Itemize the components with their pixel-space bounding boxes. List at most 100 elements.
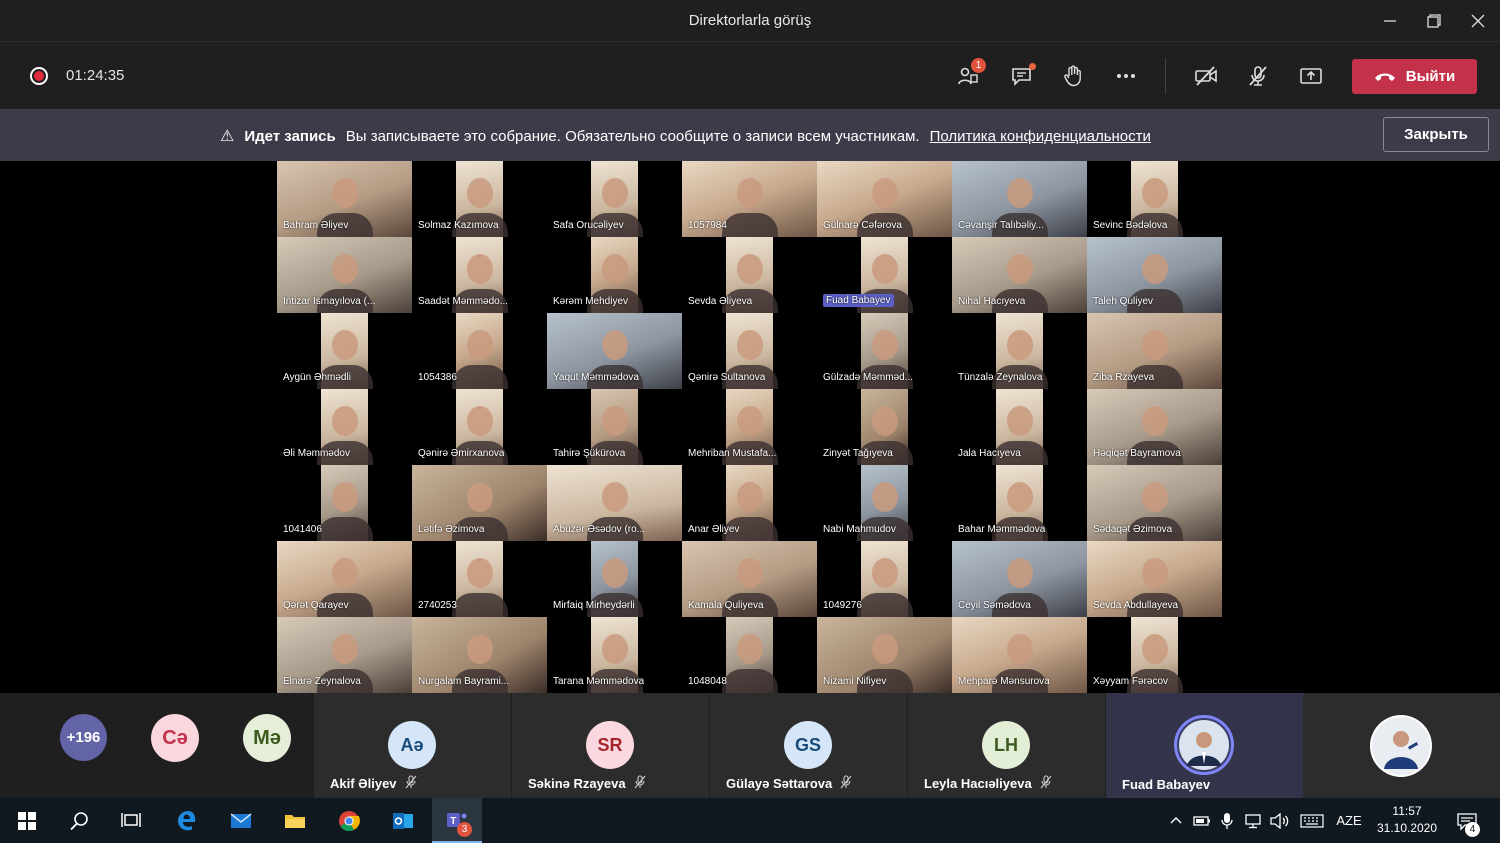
input-language-button[interactable]: AZE: [1332, 798, 1366, 843]
video-tile[interactable]: 2740253: [412, 541, 547, 617]
video-tile[interactable]: Solmaz Kazımova: [412, 161, 547, 237]
title-bar: Direktorlarla görüş: [0, 0, 1500, 42]
video-tile[interactable]: Abuzər Əsədov (ro...: [547, 465, 682, 541]
file-explorer-taskbar-button[interactable]: [270, 798, 320, 843]
participant-avatar: SR: [586, 721, 634, 769]
video-tile[interactable]: Sevinc Bədəlova: [1087, 161, 1222, 237]
system-clock[interactable]: 11:57 31.10.2020: [1372, 803, 1442, 837]
video-tile[interactable]: Bahar Məmmədova: [952, 465, 1087, 541]
folder-icon: [285, 814, 305, 828]
volume-button[interactable]: [1268, 798, 1292, 843]
participant-tile[interactable]: Fuad Babayev: [1106, 693, 1303, 798]
camera-toggle-button[interactable]: [1190, 60, 1222, 92]
video-tile[interactable]: Elnarə Zeynalova: [277, 617, 412, 693]
mic-toggle-button[interactable]: [1242, 60, 1274, 92]
video-tile[interactable]: Sevda Abdullayeva: [1087, 541, 1222, 617]
video-tile[interactable]: 1054386: [412, 313, 547, 389]
battery-button[interactable]: [1190, 798, 1214, 843]
video-tile[interactable]: Yaqut Məmmədova: [547, 313, 682, 389]
video-tile[interactable]: Taleh Quliyev: [1087, 237, 1222, 313]
video-tile[interactable]: Aygün Əhmədli: [277, 313, 412, 389]
video-tile[interactable]: Nihal Hacıyeva: [952, 237, 1087, 313]
participant-tile[interactable]: SR Səkinə Rzayeva: [512, 693, 709, 798]
share-screen-button[interactable]: [1295, 60, 1327, 92]
video-feed: [856, 541, 913, 617]
participant-avatar[interactable]: Mə: [243, 714, 291, 762]
mail-taskbar-button[interactable]: [216, 798, 266, 843]
video-tile[interactable]: Sədaqət Əzimova: [1087, 465, 1222, 541]
video-tile[interactable]: Xəyyam Fərəcov: [1087, 617, 1222, 693]
video-tile[interactable]: 1057984: [682, 161, 817, 237]
video-tile[interactable]: Saadət Məmmədo...: [412, 237, 547, 313]
start-button[interactable]: [2, 798, 52, 843]
video-tile[interactable]: Gülnarə Cəfərova: [817, 161, 952, 237]
video-tile[interactable]: Mirfaiq Mirheydərli: [547, 541, 682, 617]
video-tile[interactable]: Mehriban Mustafa...: [682, 389, 817, 465]
video-tile[interactable]: Nizami Nifiyev: [817, 617, 952, 693]
video-tile[interactable]: Qənirə Əmirxanova: [412, 389, 547, 465]
video-tile[interactable]: Nurgalam Bayrami...: [412, 617, 547, 693]
video-tile[interactable]: Tahirə Şükürova: [547, 389, 682, 465]
video-tile[interactable]: Qərət Qarayev: [277, 541, 412, 617]
privacy-policy-link[interactable]: Политика конфиденциальности: [930, 128, 1151, 145]
chrome-taskbar-button[interactable]: [324, 798, 374, 843]
video-tile[interactable]: Əli Məmmədov: [277, 389, 412, 465]
microphone-tray-button[interactable]: [1216, 798, 1238, 843]
video-tile[interactable]: Anar Əliyev: [682, 465, 817, 541]
video-tile[interactable]: Qənirə Sultanova: [682, 313, 817, 389]
task-view-button[interactable]: [106, 798, 156, 843]
restore-button[interactable]: [1416, 6, 1452, 36]
video-tile[interactable]: 1041406: [277, 465, 412, 541]
participant-tile[interactable]: Aə Akif Əliyev: [314, 693, 511, 798]
participants-button[interactable]: 1: [952, 58, 986, 92]
more-options-button[interactable]: [1110, 60, 1142, 92]
video-tile[interactable]: Lətifə Əzimova: [412, 465, 547, 541]
show-hidden-icons-button[interactable]: [1165, 798, 1187, 843]
video-tile[interactable]: İntizar İsmayılova (...: [277, 237, 412, 313]
video-tile[interactable]: Zinyət Tağıyeva: [817, 389, 952, 465]
participant-name: Jala Hacıyeva: [958, 448, 1021, 459]
video-feed: [451, 541, 508, 617]
more-participants-avatar[interactable]: +196: [60, 714, 107, 761]
participant-video-tile[interactable]: [1303, 693, 1500, 798]
video-tile[interactable]: Həqiqət Bayramova: [1087, 389, 1222, 465]
video-tile[interactable]: Jala Hacıyeva: [952, 389, 1087, 465]
chat-button[interactable]: [1006, 60, 1038, 92]
video-tile[interactable]: Tünzalə Zeynalova: [952, 313, 1087, 389]
outlook-taskbar-button[interactable]: [378, 798, 428, 843]
video-tile[interactable]: 1049276: [817, 541, 952, 617]
video-tile[interactable]: Cəvanşir Talıbəliy...: [952, 161, 1087, 237]
video-tile[interactable]: Sevda Əliyeva: [682, 237, 817, 313]
raise-hand-button[interactable]: [1057, 60, 1089, 92]
video-tile[interactable]: Gülzadə Məmməd...: [817, 313, 952, 389]
window-title: Direktorlarla görüş: [688, 12, 812, 29]
search-button[interactable]: [54, 798, 104, 843]
banner-close-button[interactable]: Закрыть: [1383, 117, 1489, 152]
meeting-controls: 01:24:35 1 Выйти: [0, 42, 1500, 109]
video-tile[interactable]: Ceyil Səmədova: [952, 541, 1087, 617]
video-tile[interactable]: Nabi Mahmudov: [817, 465, 952, 541]
participant-tile[interactable]: GS Gülayə Səttarova: [710, 693, 907, 798]
network-button[interactable]: [1242, 798, 1266, 843]
touch-keyboard-button[interactable]: [1297, 798, 1327, 843]
leave-button[interactable]: Выйти: [1352, 59, 1477, 94]
action-center-button[interactable]: 4: [1452, 798, 1482, 843]
video-tile[interactable]: Ziba Rzayeva: [1087, 313, 1222, 389]
participant-avatar[interactable]: Cə: [151, 714, 199, 762]
participant-face: [736, 481, 763, 512]
participant-tile[interactable]: LH Leyla Hacıəliyeva: [908, 693, 1105, 798]
minimize-button[interactable]: [1372, 6, 1408, 36]
video-tile[interactable]: Safa Orucəliyev: [547, 161, 682, 237]
edge-taskbar-button[interactable]: [162, 798, 212, 843]
meeting-timer: 01:24:35: [66, 67, 125, 84]
video-tile[interactable]: Kamala Quliyeva: [682, 541, 817, 617]
close-window-button[interactable]: [1460, 6, 1496, 36]
video-tile[interactable]: Fuad Babayev: [817, 237, 952, 313]
participant-face: [736, 405, 763, 436]
teams-taskbar-button[interactable]: T 3: [432, 798, 482, 843]
video-tile[interactable]: Tarana Məmmədova: [547, 617, 682, 693]
video-tile[interactable]: Mehparə Mənsurova: [952, 617, 1087, 693]
video-tile[interactable]: Bahram Əliyev: [277, 161, 412, 237]
video-tile[interactable]: Kərəm Mehdiyev: [547, 237, 682, 313]
video-tile[interactable]: 1048048: [682, 617, 817, 693]
